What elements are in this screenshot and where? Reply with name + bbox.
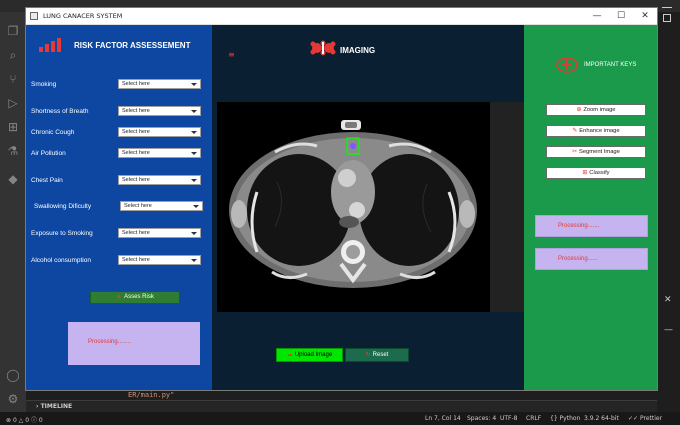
python-icon[interactable]: ◆ <box>6 172 20 186</box>
zoom-image-button[interactable]: ⊕ Zoom image <box>546 104 646 116</box>
select-chronic-cough[interactable]: Select here <box>118 127 201 137</box>
factor-label-alcohol-consumption: Alcohol consumption <box>31 257 91 264</box>
risk-status-text: Processing........ <box>88 339 132 345</box>
risk-panel-title: RISK FACTOR ASSESSEMENT <box>74 41 191 50</box>
select-shortness-of-breath[interactable]: Select here <box>118 106 201 116</box>
select-alcohol-consumption[interactable]: Select here <box>118 255 201 265</box>
select-swallowing-difficulty[interactable]: Select here <box>120 201 203 211</box>
processing-status-1-text: Processing....... <box>558 223 600 229</box>
timeline-label: › TIMELINE <box>36 403 73 410</box>
imaging-title: IMAGING <box>340 46 376 55</box>
settings-gear-icon[interactable]: ⚙ <box>6 392 20 406</box>
processing-status-2-text: Processing...... <box>558 256 598 262</box>
factor-label-shortness-of-breath: Shortness of Breath <box>31 108 89 115</box>
reset-button[interactable]: ↻ Reset <box>345 348 409 362</box>
app-feather-icon <box>30 12 38 20</box>
select-chest-pain[interactable]: Select here <box>118 175 201 185</box>
important-keys-panel: IMPORTANT KEYS ⊕ Zoom image ✎ Enhance imag… <box>524 25 657 390</box>
prettier-status[interactable]: ✓✓ Prettier <box>628 415 662 422</box>
factor-label-chest-pain: Chest Pain <box>31 177 63 184</box>
chevron-down-icon <box>191 152 197 155</box>
chevron-down-icon <box>191 110 197 113</box>
extensions-icon[interactable]: ⊞ <box>6 120 20 134</box>
bar-chart-icon <box>39 38 63 52</box>
editor-code-line: ER/main.py" <box>128 391 175 399</box>
keys-panel-title: IMPORTANT KEYS <box>584 62 637 68</box>
factor-label-exposure-to-smoking: Exposure to Smoking <box>31 230 93 237</box>
processing-status-1: Processing....... <box>535 215 648 237</box>
enhance-icon: ✎ <box>572 128 578 134</box>
vscode-editor-strip <box>26 390 657 400</box>
maximize-button[interactable]: ☐ <box>609 10 633 23</box>
risk-factor-panel: RISK FACTOR ASSESSEMENT Smoking Select h… <box>26 25 212 390</box>
chevron-down-icon <box>191 83 197 86</box>
scan-viewer-margin <box>490 102 524 312</box>
minimize-button[interactable]: — <box>585 10 609 23</box>
ct-scan-image <box>217 102 490 312</box>
segment-icon: ✂ <box>572 149 577 155</box>
vscode-minimize-icon[interactable] <box>662 7 672 8</box>
factor-label-air-pollution: Air Pollution <box>31 150 66 157</box>
chevron-down-icon <box>193 205 199 208</box>
vscode-editor-right <box>657 12 680 412</box>
upload-image-button[interactable]: ☁ Upload Image <box>276 348 343 362</box>
factor-label-chronic-cough: Chronic Cough <box>31 129 75 136</box>
select-smoking[interactable]: Select here <box>118 79 201 89</box>
ct-scan-viewer[interactable] <box>217 102 490 312</box>
enhance-image-button[interactable]: ✎ Enhance image <box>546 125 646 137</box>
lung-cancer-app-window: LUNG CANACER SYSTEM — ☐ ✕ RISK FACTOR AS… <box>26 8 657 390</box>
close-button[interactable]: ✕ <box>633 10 657 23</box>
account-icon[interactable]: ◯ <box>6 368 20 382</box>
line-ending[interactable]: CRLF <box>526 415 541 422</box>
segment-image-button[interactable]: ✂ Segment Image <box>546 146 646 158</box>
imaging-panel: ≡ IMAGING ☁ Upload Image ↻ Reset <box>212 25 524 390</box>
timeline-section[interactable]: › TIMELINE <box>26 400 657 412</box>
reset-icon: ↻ <box>365 352 371 358</box>
zoom-icon: ⊕ <box>576 107 582 113</box>
menu-icon[interactable]: ≡ <box>228 50 235 59</box>
python-interpreter[interactable]: 3.9.2 64-bit <box>584 415 619 422</box>
key-target-icon <box>556 57 578 73</box>
app-titlebar: LUNG CANACER SYSTEM — ☐ ✕ <box>26 8 657 25</box>
encoding[interactable]: UTF-8 <box>500 415 518 422</box>
classify-icon: ⊞ <box>582 170 588 176</box>
assess-risk-button[interactable]: ▲ Asses Risk <box>90 291 180 304</box>
chevron-down-icon <box>191 131 197 134</box>
indent-spaces[interactable]: Spaces: 4 <box>467 415 496 422</box>
search-icon[interactable]: ⌕ <box>6 48 20 62</box>
vscode-status-bar: ⊗ 0 △ 0 ⓘ 0 Ln 7, Col 14 Spaces: 4 UTF-8… <box>0 412 680 425</box>
run-debug-icon[interactable]: ▷ <box>6 96 20 110</box>
risk-status-box: Processing........ <box>68 322 200 365</box>
app-title: LUNG CANACER SYSTEM <box>43 12 123 20</box>
language-mode[interactable]: {} Python <box>550 415 580 422</box>
upload-icon: ☁ <box>286 352 293 358</box>
vscode-maximize-icon[interactable] <box>663 14 671 22</box>
processing-status-2: Processing...... <box>535 248 648 270</box>
error-count[interactable]: ⊗ 0 △ 0 ⓘ 0 <box>6 415 43 424</box>
classify-button[interactable]: ⊞ Classify <box>546 167 646 179</box>
select-air-pollution[interactable]: Select here <box>118 148 201 158</box>
select-exposure-to-smoking[interactable]: Select here <box>118 228 201 238</box>
factor-label-smoking: Smoking <box>31 81 57 88</box>
panel-close-icon[interactable]: ✕ <box>664 295 672 305</box>
vscode-activity-bar: ❐ ⌕ ⑂ ▷ ⊞ ⚗ ◆ ◯ ⚙ <box>0 12 26 412</box>
risk-icon: ▲ <box>116 294 123 300</box>
source-control-icon[interactable]: ⑂ <box>6 72 20 86</box>
factor-label-swallowing-difficulty: Swallowing Dificulty <box>34 203 92 210</box>
panel-dash-icon[interactable]: — <box>664 325 673 335</box>
chevron-down-icon <box>191 232 197 235</box>
chevron-down-icon <box>191 179 197 182</box>
explorer-icon[interactable]: ❐ <box>6 24 20 38</box>
lungs-logo-icon <box>310 40 336 56</box>
cursor-position[interactable]: Ln 7, Col 14 <box>425 415 461 422</box>
chevron-down-icon <box>191 259 197 262</box>
testing-icon[interactable]: ⚗ <box>6 144 20 158</box>
